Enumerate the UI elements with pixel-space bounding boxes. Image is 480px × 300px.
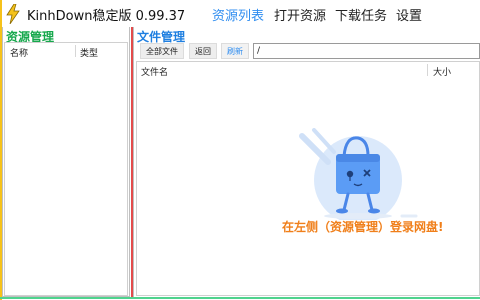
column-header-type[interactable]: 类型 (80, 46, 98, 59)
tab-download-tasks[interactable]: 下载任务 (335, 5, 387, 24)
app-title: KinhDown稳定版 0.99.37 (27, 9, 186, 24)
column-header-size[interactable]: 大小 (433, 65, 451, 78)
window-edge-bottom (0, 297, 480, 299)
empty-state-hint: 在左侧（资源管理）登录网盘! (282, 220, 444, 234)
window-edge-left (0, 0, 2, 300)
lightning-bolt-icon (6, 4, 20, 24)
resource-list[interactable]: 名称 类型 (4, 42, 128, 296)
title-bar: KinhDown稳定版 0.99.37 资源列表 打开资源 下载任务 设置 (0, 0, 480, 28)
column-divider (427, 64, 428, 76)
tab-settings[interactable]: 设置 (396, 5, 422, 24)
back-button[interactable]: 返回 (189, 43, 217, 59)
tab-resource-list[interactable]: 资源列表 (212, 5, 264, 24)
bag-mascot-illustration (299, 128, 418, 220)
column-header-filename[interactable]: 文件名 (141, 65, 168, 78)
tab-open-resource[interactable]: 打开资源 (274, 5, 326, 24)
refresh-button[interactable]: 刷新 (221, 43, 249, 59)
path-input[interactable] (253, 43, 480, 59)
column-divider (75, 45, 76, 57)
column-header-name[interactable]: 名称 (10, 46, 28, 59)
panel-divider[interactable] (131, 27, 133, 297)
all-files-button[interactable]: 全部文件 (140, 43, 184, 59)
